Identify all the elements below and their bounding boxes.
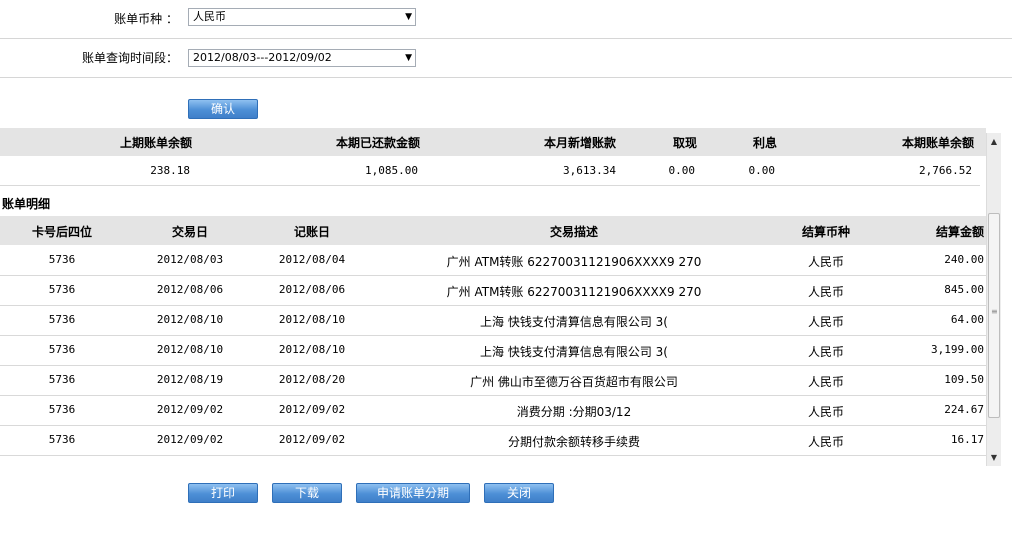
cell-currency: 人民币	[807, 255, 844, 269]
table-row: 5736 2012/08/03 2012/08/04 广州 ATM转账 6227003…	[0, 246, 986, 276]
column-header-currency: 结算币种	[801, 225, 850, 239]
cell-description: 消费分期 :分期03/12	[516, 405, 632, 419]
cell-amount: 109.50	[944, 373, 984, 386]
scroll-up-arrow-icon[interactable]: ▲	[987, 135, 1001, 149]
summary-cash: 0.00	[668, 164, 696, 177]
column-header-card: 卡号后四位	[31, 225, 92, 239]
table-row: 5736 2012/08/06 2012/08/06 广州 ATM转账 6227003…	[0, 276, 986, 306]
cell-post-date: 2012/08/06	[278, 283, 346, 296]
summary-header-interest: 利息	[752, 136, 777, 150]
cell-card: 5736	[48, 403, 76, 416]
cell-trans-date: 2012/08/19	[156, 373, 224, 386]
cell-currency: 人民币	[807, 285, 844, 299]
cell-amount: 845.00	[944, 283, 984, 296]
column-header-post-date: 记账日	[293, 225, 330, 239]
cell-post-date: 2012/08/10	[278, 343, 346, 356]
cell-post-date: 2012/09/02	[278, 403, 346, 416]
cell-trans-date: 2012/08/03	[156, 253, 224, 266]
cell-description: 上海 快钱支付清算信息有限公司 3(	[480, 345, 668, 359]
summary-header-paid: 本期已还款金额	[335, 136, 420, 150]
cell-card: 5736	[48, 283, 76, 296]
cell-trans-date: 2012/09/02	[156, 433, 224, 446]
cell-post-date: 2012/08/10	[278, 313, 346, 326]
cell-description: 广州 佛山市至德万谷百货超市有限公司	[470, 375, 678, 389]
cell-amount: 16.17	[950, 433, 984, 446]
summary-header-new-charges: 本月新增账款	[543, 136, 616, 150]
summary-header-current-balance: 本期账单余额	[901, 136, 974, 150]
table-row: 5736 2012/08/10 2012/08/10 上海 快钱支付清算信息有限公司 …	[0, 306, 986, 336]
cell-amount: 64.00	[950, 313, 984, 326]
summary-interest: 0.00	[748, 164, 776, 177]
cell-description: 分期付款余额转移手续费	[507, 435, 640, 449]
summary-prev-balance: 238.18	[150, 164, 190, 177]
chevron-down-icon: ▼	[405, 12, 412, 22]
apply-installment-button[interactable]: 申请账单分期	[356, 483, 470, 503]
scroll-down-arrow-icon[interactable]: ▼	[987, 451, 1001, 465]
summary-new-charges: 3,613.34	[563, 164, 616, 177]
table-row: 5736 2012/08/10 2012/08/10 上海 快钱支付清算信息有限公司 …	[0, 336, 986, 366]
period-label: 账单查询时间段：	[81, 51, 178, 65]
currency-select[interactable]: 人民币 ▼	[188, 8, 416, 26]
cell-description: 广州 ATM转账 62270031121906XXXX9 270	[446, 255, 702, 269]
currency-select-value: 人民币	[193, 10, 226, 23]
table-row: 5736 2012/09/02 2012/09/02 消费分期 :分期03/12 人民币…	[0, 396, 986, 426]
cell-currency: 人民币	[807, 435, 844, 449]
cell-trans-date: 2012/08/06	[156, 283, 224, 296]
summary-values-row: 238.18 1,085.00 3,613.34 0.00 0.00 2,766…	[0, 157, 980, 186]
cell-trans-date: 2012/09/02	[156, 403, 224, 416]
details-title: 账单明细	[2, 197, 51, 211]
cell-card: 5736	[48, 433, 76, 446]
cell-amount: 224.67	[944, 403, 984, 416]
cell-post-date: 2012/09/02	[278, 433, 346, 446]
column-header-trans-date: 交易日	[171, 225, 208, 239]
currency-filter-row: 账单币种 ： 人民币 ▼	[0, 0, 1012, 39]
close-button[interactable]: 关闭	[484, 483, 554, 503]
chevron-down-icon: ▼	[405, 53, 412, 63]
period-filter-row: 账单查询时间段： 2012/08/03---2012/09/02 ▼	[0, 39, 1012, 78]
period-select[interactable]: 2012/08/03---2012/09/02 ▼	[188, 49, 416, 67]
vertical-scrollbar[interactable]: ▲ ≡ ▼	[986, 133, 1001, 466]
details-table-body: 5736 2012/08/03 2012/08/04 广州 ATM转账 6227003…	[0, 246, 986, 456]
cell-card: 5736	[48, 253, 76, 266]
cell-currency: 人民币	[807, 405, 844, 419]
print-button[interactable]: 打印	[188, 483, 258, 503]
cell-description: 广州 ATM转账 62270031121906XXXX9 270	[446, 285, 702, 299]
cell-post-date: 2012/08/20	[278, 373, 346, 386]
confirm-button[interactable]: 确认	[188, 99, 258, 119]
cell-card: 5736	[48, 373, 76, 386]
grip-icon: ≡	[991, 307, 998, 316]
summary-header-prev-balance: 上期账单余额	[119, 136, 192, 150]
table-row: 5736 2012/08/19 2012/08/20 广州 佛山市至德万谷百货超市有限…	[0, 366, 986, 396]
details-table-header: 卡号后四位 交易日 记账日 交易描述 结算币种 结算金额	[0, 216, 986, 245]
cell-amount: 240.00	[944, 253, 984, 266]
column-header-amount: 结算金额	[935, 225, 984, 239]
summary-current-balance: 2,766.52	[919, 164, 972, 177]
cell-trans-date: 2012/08/10	[156, 343, 224, 356]
cell-description: 上海 快钱支付清算信息有限公司 3(	[480, 315, 668, 329]
scrollbar-thumb[interactable]: ≡	[988, 213, 1000, 418]
summary-paid: 1,085.00	[365, 164, 418, 177]
table-row: 5736 2012/09/02 2012/09/02 分期付款余额转移手续费 人民币 16…	[0, 426, 986, 456]
period-select-value: 2012/08/03---2012/09/02	[193, 51, 332, 64]
cell-currency: 人民币	[807, 315, 844, 329]
summary-header: 上期账单余额 本期已还款金额 本月新增账款 取现 利息 本期账单余额	[0, 128, 986, 156]
cell-card: 5736	[48, 313, 76, 326]
cell-trans-date: 2012/08/10	[156, 313, 224, 326]
column-header-description: 交易描述	[549, 225, 598, 239]
cell-currency: 人民币	[807, 345, 844, 359]
summary-header-cash: 取现	[672, 136, 697, 150]
cell-amount: 3,199.00	[931, 343, 984, 356]
cell-post-date: 2012/08/04	[278, 253, 346, 266]
currency-label: 账单币种 ：	[114, 12, 178, 26]
cell-card: 5736	[48, 343, 76, 356]
download-button[interactable]: 下载	[272, 483, 342, 503]
cell-currency: 人民币	[807, 375, 844, 389]
